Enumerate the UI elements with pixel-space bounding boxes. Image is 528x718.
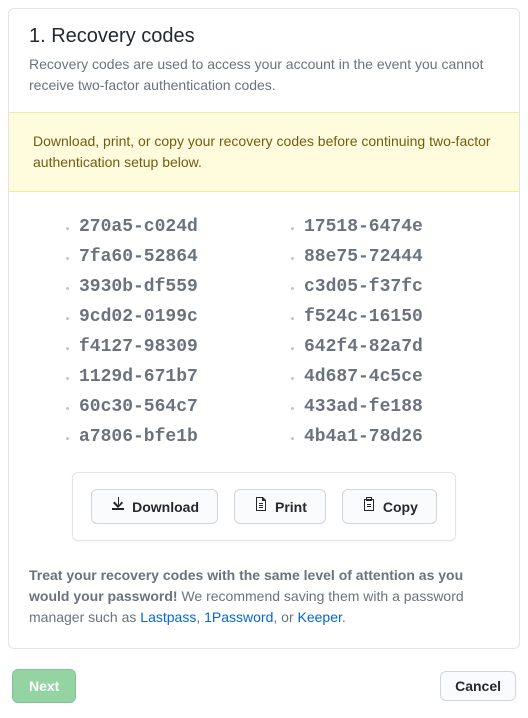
panel-header: 1. Recovery codes Recovery codes are use… [9, 9, 519, 112]
download-label: Download [132, 497, 199, 517]
clipboard-icon [361, 496, 377, 517]
link-lastpass[interactable]: Lastpass [140, 609, 196, 625]
codes-column-left: 270a5-c024d 7fa60-52864 3930b-df559 9cd0… [59, 212, 244, 452]
recovery-code: 1129d-671b7 [79, 362, 244, 392]
recovery-code: f524c-16150 [304, 302, 469, 332]
recovery-code: a7806-bfe1b [79, 422, 244, 452]
download-button[interactable]: Download [91, 489, 218, 524]
code-actions: Download Print Copy [72, 472, 456, 541]
link-1password[interactable]: 1Password [204, 609, 273, 625]
recovery-code: 60c30-564c7 [79, 392, 244, 422]
recovery-code: 7fa60-52864 [79, 242, 244, 272]
copy-label: Copy [383, 497, 418, 517]
warning-after: . [342, 609, 346, 625]
file-icon [253, 496, 269, 517]
warning-text: Treat your recovery codes with the same … [9, 565, 519, 648]
recovery-code: 433ad-fe188 [304, 392, 469, 422]
sep: , [196, 609, 204, 625]
codes-column-right: 17518-6474e 88e75-72444 c3d05-f37fc f524… [284, 212, 469, 452]
codes-columns: 270a5-c024d 7fa60-52864 3930b-df559 9cd0… [29, 212, 499, 452]
recovery-code: 17518-6474e [304, 212, 469, 242]
copy-button[interactable]: Copy [342, 489, 437, 524]
cancel-button[interactable]: Cancel [440, 671, 516, 701]
recovery-code: 9cd02-0199c [79, 302, 244, 332]
recovery-code: 88e75-72444 [304, 242, 469, 272]
print-button[interactable]: Print [234, 489, 326, 524]
panel-description: Recovery codes are used to access your a… [29, 54, 499, 96]
recovery-code: c3d05-f37fc [304, 272, 469, 302]
link-keeper[interactable]: Keeper [298, 609, 342, 625]
recovery-code: 4d687-4c5ce [304, 362, 469, 392]
footer-actions: Next Cancel [8, 649, 520, 707]
recovery-code: 4b4a1-78d26 [304, 422, 469, 452]
download-icon [110, 496, 126, 517]
sep: , or [273, 609, 297, 625]
codes-section: 270a5-c024d 7fa60-52864 3930b-df559 9cd0… [9, 192, 519, 565]
recovery-code: 3930b-df559 [79, 272, 244, 302]
panel-title: 1. Recovery codes [29, 25, 499, 48]
print-label: Print [275, 497, 307, 517]
recovery-code: 270a5-c024d [79, 212, 244, 242]
recovery-codes-panel: 1. Recovery codes Recovery codes are use… [8, 8, 520, 649]
recovery-code: f4127-98309 [79, 332, 244, 362]
next-button[interactable]: Next [12, 669, 76, 703]
flash-warning: Download, print, or copy your recovery c… [9, 112, 519, 192]
recovery-code: 642f4-82a7d [304, 332, 469, 362]
